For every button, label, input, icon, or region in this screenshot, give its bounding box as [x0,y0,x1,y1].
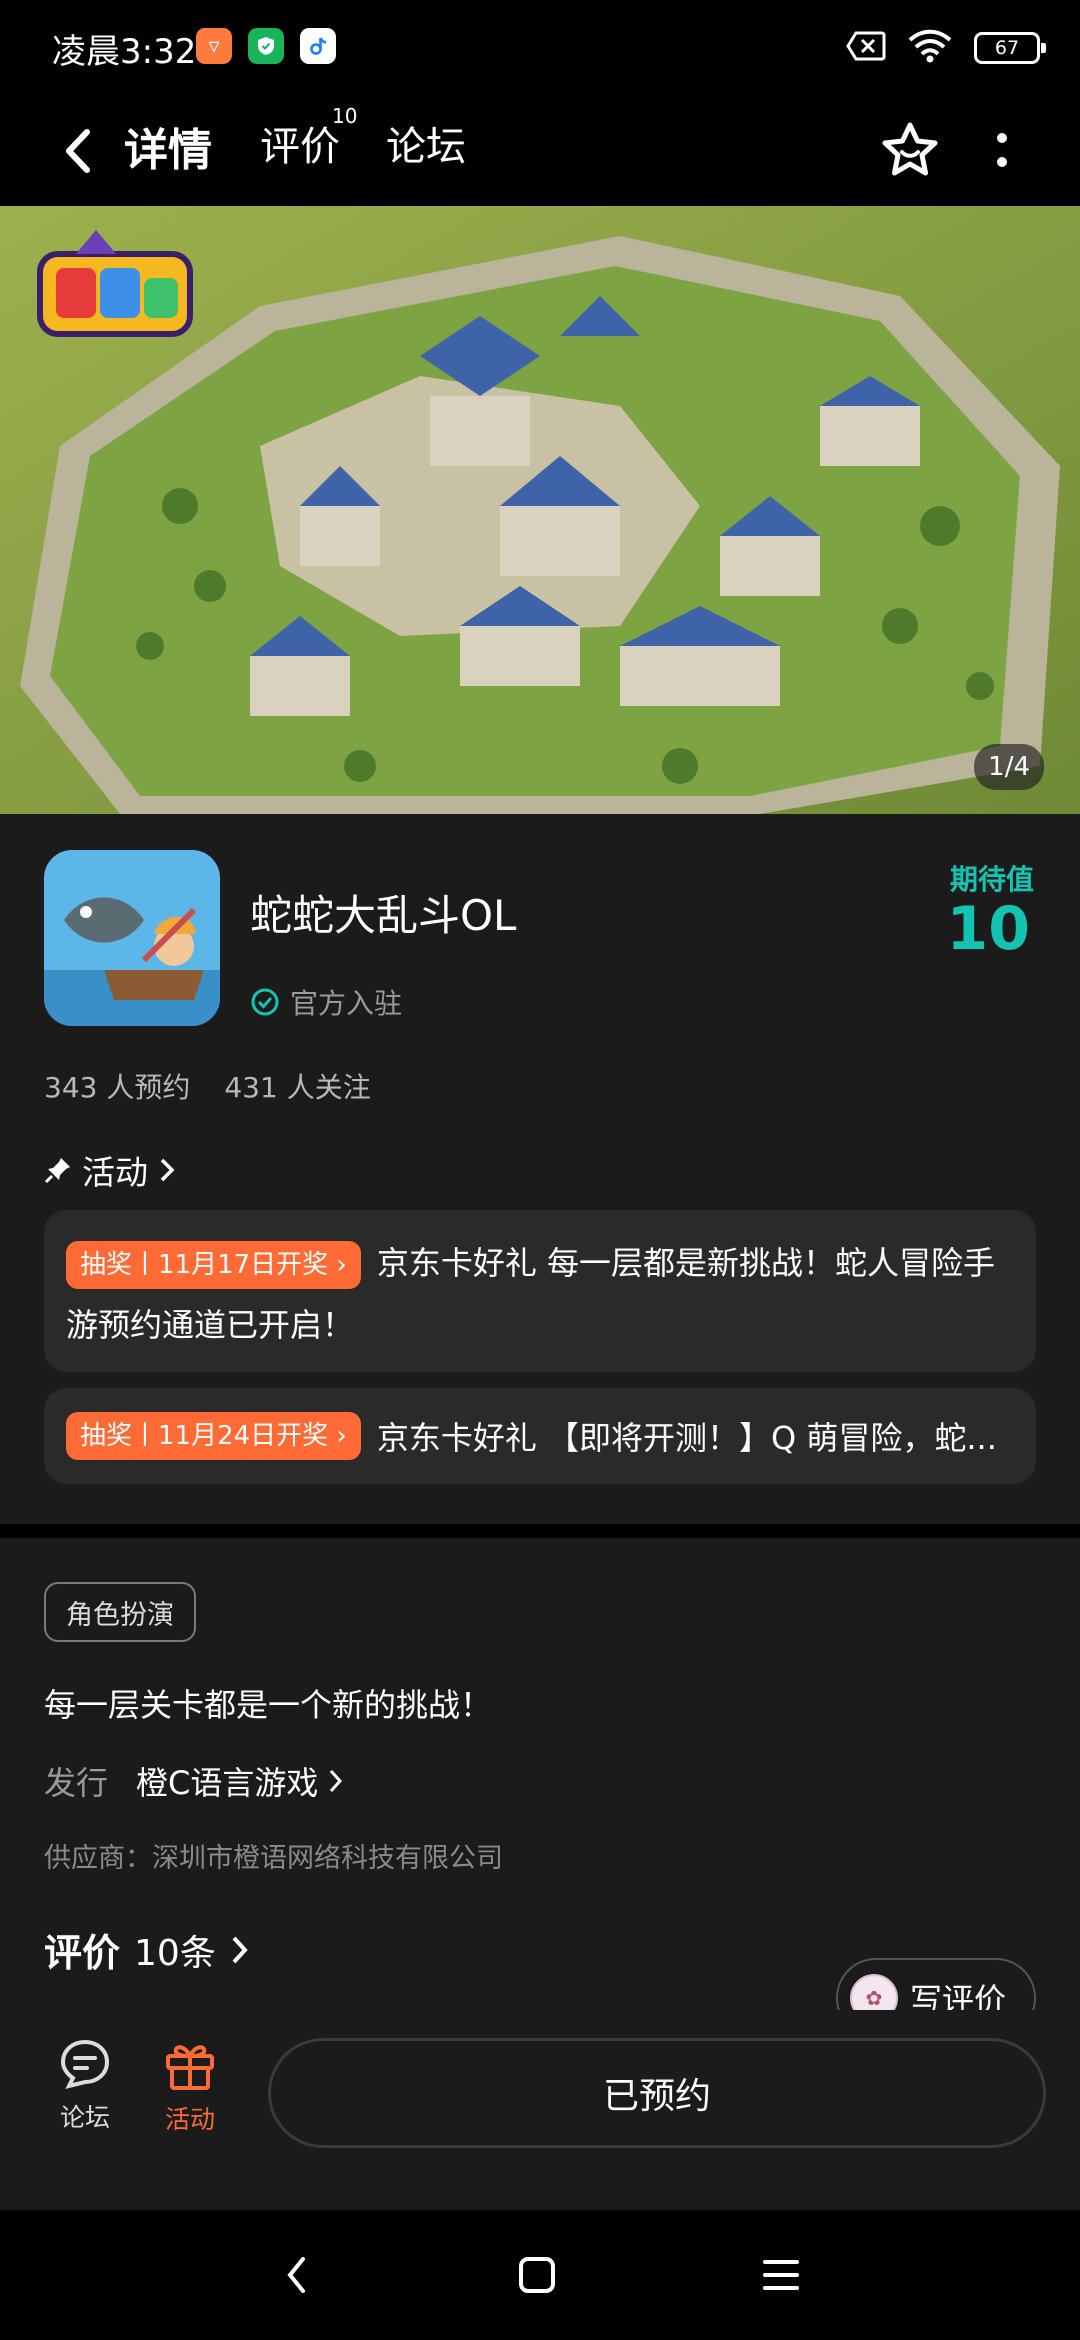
gift-icon [166,2045,214,2090]
sim-x-icon [846,31,886,65]
activity-label: 活动 [164,2105,215,2134]
taobao-icon: ▿ [196,28,232,64]
reservation-count: 343 人预约 [44,1071,191,1104]
system-back-button[interactable] [262,2240,332,2310]
banner-page-indicator: 1/4 [974,744,1044,790]
lottery-tag-label: 抽奖丨11月17日开奖 [80,1250,329,1280]
status-bar: 凌晨3:32 ▿ 67 [0,0,1080,96]
game-stats: 343 人预约 431 人关注 [44,1066,371,1106]
tab-reviews[interactable]: 评价 [260,114,340,172]
battery-icon: 67 [974,32,1046,64]
tab-details-label: 详情 [124,125,212,176]
douyin-icon [300,28,336,64]
screenshot-banner[interactable]: 1/4 [0,206,1080,814]
genre-tag[interactable]: 角色扮演 [44,1582,196,1642]
bottom-action-bar: 论坛 活动 已预约 [0,2010,1080,2210]
forum-button[interactable]: 论坛 [40,2038,130,2134]
home-square-icon [519,2257,555,2293]
official-badge: 官方入驻 [250,982,402,1022]
publisher-name: 橙C语言游戏 [136,1764,319,1802]
expectation-value: 10 [946,894,1031,964]
publisher-row: 发行 橙C语言游戏 [44,1758,344,1804]
game-title: 蛇蛇大乱斗OL [250,891,517,940]
reviews-heading: 评价 [44,1931,121,1975]
tab-details[interactable]: 详情 [122,114,216,184]
tab-reviews-label: 评价 [260,124,340,170]
reviews-count-badge: 10 [332,104,358,128]
pin-icon [44,1158,70,1184]
supplier-info: 供应商：深圳市橙语网络科技有限公司 [44,1843,503,1874]
activity-text: 京东卡好礼 【即将开测！】Q 萌冒险，蛇... [376,1419,997,1457]
activity-item[interactable]: 抽奖丨11月24日开奖 › 京东卡好礼 【即将开测！】Q 萌冒险，蛇... [44,1388,1036,1484]
chevron-right-icon [330,1769,343,1793]
more-icon [997,133,1007,167]
activity-item[interactable]: 抽奖丨11月17日开奖 › 京东卡好礼 每一层都是新挑战！蛇人冒险手游预约通道已开… [44,1210,1036,1372]
shield-app-icon [248,28,284,64]
game-logo-badge [36,224,194,342]
back-icon [287,2257,305,2293]
activity-button[interactable]: 活动 [145,2038,235,2136]
star-icon [882,122,938,176]
expectation-label: 期待值 [949,863,1034,896]
forum-icon [60,2039,110,2089]
back-button[interactable] [48,118,108,184]
tab-forum[interactable]: 论坛 [386,114,466,172]
reserved-button[interactable]: 已预约 [268,2038,1046,2148]
section-divider [0,1524,1080,1538]
reviews-count: 10条 [134,1932,216,1974]
lottery-tag: 抽奖丨11月17日开奖 › [66,1241,361,1289]
wifi-icon [908,29,952,67]
menu-icon [763,2260,799,2290]
lottery-tag: 抽奖丨11月24日开奖 › [66,1412,361,1460]
system-navigation-bar [0,2210,1080,2340]
lottery-tag-label: 抽奖丨11月24日开奖 [80,1421,329,1451]
game-info-card: 蛇蛇大乱斗OL 官方入驻 期待值 10 343 人预约 431 人关注 活动 抽… [0,814,1080,1524]
status-indicators: 67 [846,26,1046,70]
tab-forum-label: 论坛 [386,124,466,170]
verified-icon [251,988,279,1016]
system-menu-button[interactable] [746,2240,816,2310]
publisher-label: 发行 [44,1764,109,1802]
reviews-section-link[interactable]: 评价 10条 [44,1922,250,1977]
game-description: 每一层关卡都是一个新的挑战！ [44,1686,493,1724]
game-app-icon [44,850,220,1026]
game-detail-card: 角色扮演 每一层关卡都是一个新的挑战！ 发行 橙C语言游戏 供应商：深圳市橙语网… [0,1538,1080,2038]
follower-count: 431 人关注 [224,1071,371,1104]
system-home-button[interactable] [502,2240,572,2310]
forum-label: 论坛 [59,2103,110,2132]
official-label: 官方入驻 [290,987,403,1020]
back-icon [66,129,90,173]
chevron-right-icon [232,1936,248,1963]
favorite-button[interactable] [870,110,950,190]
status-time: 凌晨3:32 [52,32,197,72]
chevron-right-icon [160,1158,175,1182]
publisher-link[interactable]: 橙C语言游戏 [136,1758,344,1804]
activity-heading: 活动 [82,1153,148,1192]
more-button[interactable] [962,110,1042,190]
top-nav: 详情 评价 10 论坛 [0,96,1080,206]
activity-section-link[interactable]: 活动 [44,1146,176,1194]
